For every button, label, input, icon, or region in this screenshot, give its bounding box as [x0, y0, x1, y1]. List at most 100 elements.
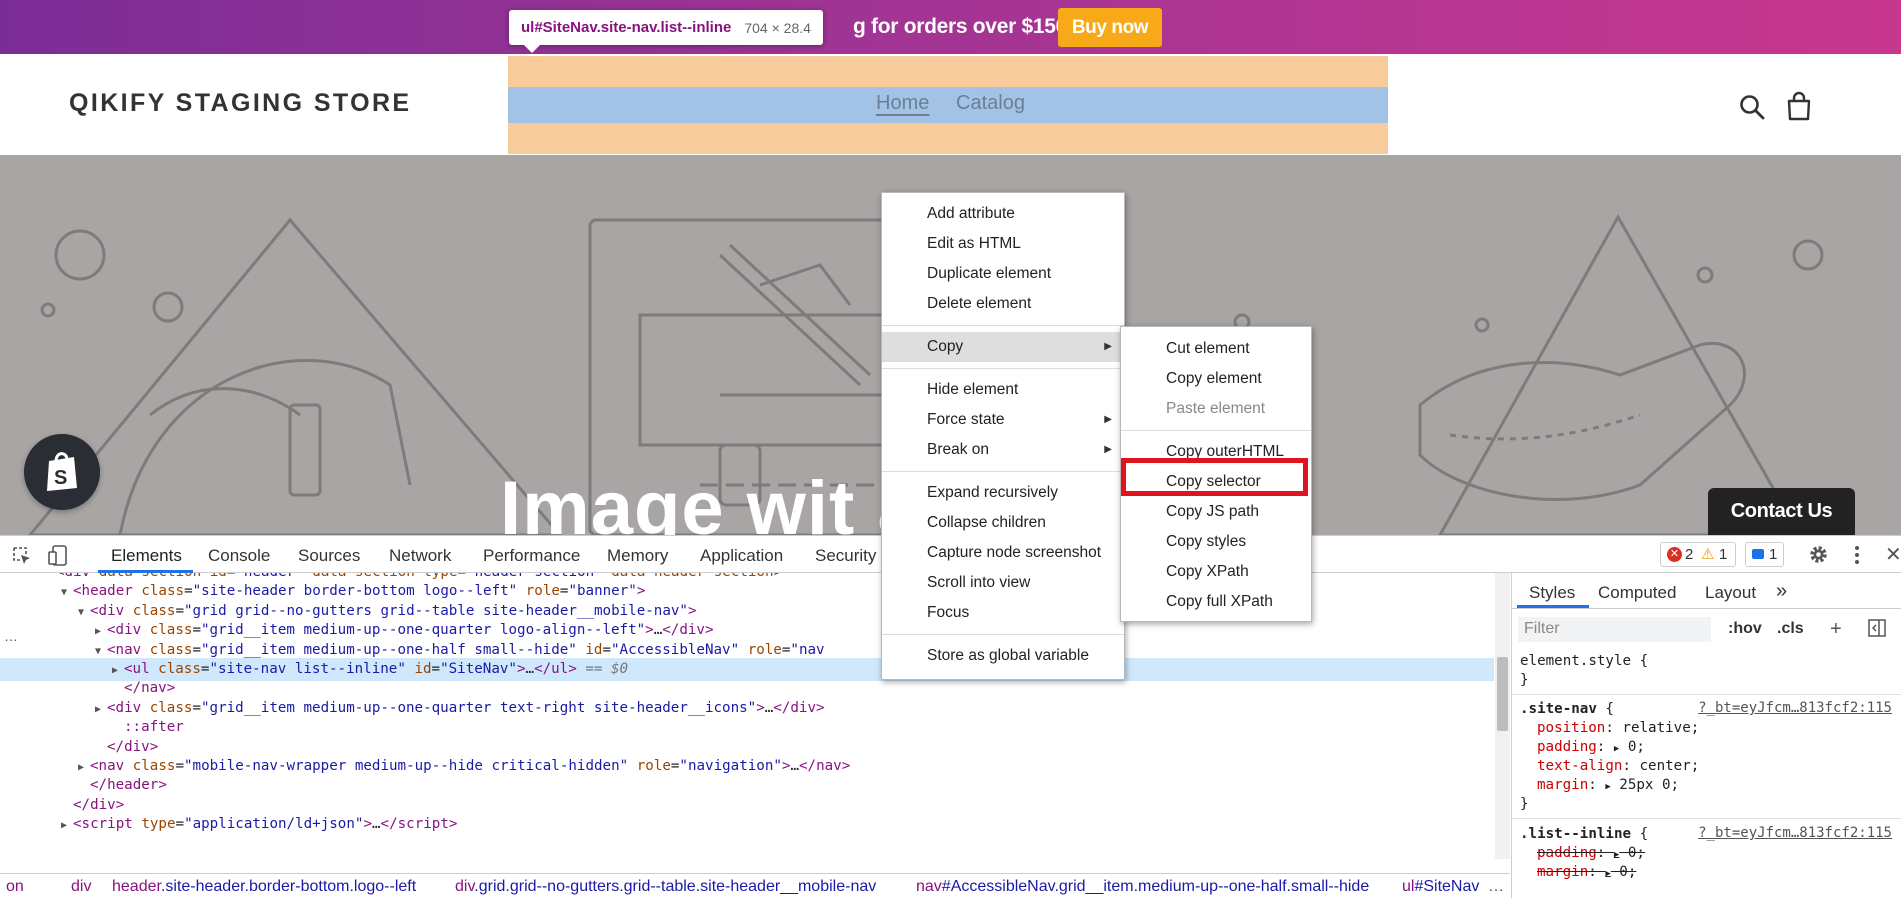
more-tabs-icon[interactable]: » — [1776, 580, 1787, 603]
css-declaration[interactable]: position: relative; — [1537, 719, 1699, 738]
cls-toggle[interactable]: .cls — [1777, 620, 1804, 638]
breadcrumb-item[interactable]: header.site-header.border-bottom.logo--l… — [112, 878, 416, 896]
more-options-icon[interactable] — [1853, 544, 1861, 566]
tab-network[interactable]: Network — [389, 546, 451, 566]
menu-item-copy-element[interactable]: Copy element — [1121, 364, 1311, 394]
css-declaration[interactable]: padding: ▶ 0; — [1537, 738, 1645, 757]
rule-close: } — [1520, 796, 1529, 812]
announcement-bar: g for orders over $150 Buy now — [0, 0, 1901, 54]
tab-sources[interactable]: Sources — [298, 546, 360, 566]
site-nav-rule[interactable]: .site-nav { — [1520, 700, 1614, 719]
css-source-link[interactable]: ?_bt=eyJfcm…813fcf2:115 — [1698, 825, 1892, 841]
buy-now-button[interactable]: Buy now — [1058, 8, 1162, 47]
nav-link-home[interactable]: Home — [876, 92, 929, 115]
breadcrumb-more-icon[interactable]: … — [1488, 878, 1504, 896]
inspect-element-icon[interactable] — [12, 546, 32, 566]
issues-counter[interactable]: ✕ 2 ⚠ 1 — [1660, 542, 1736, 567]
menu-item-copy-xpath[interactable]: Copy XPath — [1121, 557, 1311, 587]
close-icon[interactable]: ✕ — [1885, 542, 1901, 567]
menu-item-scroll-into-view[interactable]: Scroll into view — [882, 568, 1124, 598]
menu-item-cut-element[interactable]: Cut element — [1121, 334, 1311, 364]
css-declaration[interactable]: text-align: center; — [1537, 757, 1699, 776]
breadcrumb-item[interactable]: ul#SiteNav — [1402, 878, 1479, 896]
css-source-link[interactable]: ?_bt=eyJfcm…813fcf2:115 — [1698, 700, 1892, 716]
menu-item-paste-element: Paste element — [1166, 400, 1266, 417]
tab-styles[interactable]: Styles — [1529, 583, 1575, 603]
css-declaration-overridden[interactable]: margin: ▶ 0; — [1537, 863, 1636, 882]
inspect-tooltip: ul#SiteNav.site-nav.list--inline 704 × 2… — [509, 10, 823, 53]
menu-item-break-on[interactable]: Break on ▶ — [882, 435, 1124, 465]
css-declaration[interactable]: margin: ▶ 25px 0; — [1537, 776, 1679, 795]
node-actions-icon[interactable]: … — [4, 628, 18, 644]
submenu-arrow-icon: ▶ — [1104, 444, 1112, 455]
css-declaration-overridden[interactable]: padding: ▶ 0; — [1537, 844, 1645, 863]
tab-console[interactable]: Console — [208, 546, 270, 566]
menu-separator — [882, 634, 1124, 635]
tab-application[interactable]: Application — [700, 546, 783, 566]
menu-item-copy-full-xpath[interactable]: Copy full XPath — [1121, 587, 1311, 617]
tab-layout[interactable]: Layout — [1705, 583, 1756, 603]
breadcrumb-item[interactable]: nav#AccessibleNav.grid__item.medium-up--… — [916, 878, 1369, 896]
rule-divider — [1512, 818, 1901, 819]
device-toolbar-icon[interactable] — [48, 545, 68, 566]
dom-scrollbar[interactable] — [1495, 573, 1510, 859]
menu-item-copy-js-path[interactable]: Copy JS path — [1121, 497, 1311, 527]
context-menu: Add attribute Edit as HTML Duplicate eleme… — [881, 192, 1125, 680]
shopify-bag-icon: S — [47, 452, 77, 491]
breadcrumb-item[interactable]: div — [71, 878, 91, 896]
menu-item-duplicate-element[interactable]: Duplicate element — [882, 259, 1124, 289]
gear-icon[interactable] — [1808, 544, 1829, 565]
error-count: 2 — [1685, 546, 1694, 563]
tab-security[interactable]: Security — [815, 546, 876, 566]
message-count: 1 — [1769, 546, 1778, 563]
message-icon — [1752, 549, 1764, 559]
menu-item-capture-node-screenshot[interactable]: Capture node screenshot — [882, 538, 1124, 568]
menu-item-copy-styles[interactable]: Copy styles — [1121, 527, 1311, 557]
menu-item-edit-as-html[interactable]: Edit as HTML — [882, 229, 1124, 259]
dom-node[interactable]: ▶ <script type="application/ld+json">…</s… — [0, 813, 1494, 836]
breadcrumb-item[interactable]: on — [6, 878, 24, 896]
menu-item-focus[interactable]: Focus — [882, 598, 1124, 628]
nav-link-catalog[interactable]: Catalog — [956, 92, 1025, 115]
warning-count: 1 — [1719, 546, 1728, 563]
expand-toggle-icon[interactable]: ▶ — [61, 814, 73, 837]
styles-tabbar: Styles Computed Layout » — [1512, 573, 1901, 609]
shopify-badge[interactable]: S — [24, 434, 100, 510]
dom-scrollbar-thumb[interactable] — [1497, 657, 1508, 731]
submenu-arrow-icon: ▶ — [1104, 414, 1112, 425]
search-icon[interactable] — [1739, 94, 1765, 120]
svg-text:S: S — [54, 467, 67, 489]
hov-toggle[interactable]: :hov — [1728, 620, 1762, 638]
warning-icon: ⚠ — [1701, 546, 1715, 563]
menu-item-delete-element[interactable]: Delete element — [882, 289, 1124, 319]
menu-separator — [882, 368, 1124, 369]
menu-item-expand-recursively[interactable]: Expand recursively — [882, 478, 1124, 508]
new-style-rule-icon[interactable]: + — [1830, 618, 1842, 641]
tab-computed[interactable]: Computed — [1598, 583, 1676, 603]
inspect-content-overlay — [508, 87, 1388, 123]
styles-filter-input[interactable]: Filter — [1518, 617, 1711, 642]
messages-counter[interactable]: 1 — [1745, 542, 1784, 567]
error-icon: ✕ — [1667, 547, 1682, 562]
sidebar-toggle-icon[interactable] — [1868, 619, 1886, 637]
menu-separator — [882, 325, 1124, 326]
menu-item-collapse-children[interactable]: Collapse children — [882, 508, 1124, 538]
menu-item-force-state[interactable]: Force state ▶ — [882, 405, 1124, 435]
menu-item-hide-element[interactable]: Hide element — [882, 375, 1124, 405]
tab-elements[interactable]: Elements — [111, 546, 182, 566]
tab-performance[interactable]: Performance — [483, 546, 580, 566]
menu-item-copy[interactable]: Copy ▶ — [882, 332, 1124, 362]
element-style-rule[interactable]: element.style { — [1520, 652, 1648, 671]
menu-item-store-as-global-variable[interactable]: Store as global variable — [882, 641, 1124, 671]
cart-icon[interactable] — [1786, 91, 1812, 121]
store-title[interactable]: QIKIFY STAGING STORE — [69, 89, 411, 118]
breadcrumb-item[interactable]: div.grid.grid--no-gutters.grid--table.si… — [455, 878, 876, 896]
list-inline-rule[interactable]: .list--inline { — [1520, 825, 1648, 844]
menu-separator — [1121, 430, 1311, 431]
tooltip-arrow — [524, 45, 540, 53]
menu-item-add-attribute[interactable]: Add attribute — [882, 199, 1124, 229]
contact-us-button[interactable]: Contact Us — [1708, 488, 1855, 535]
announcement-text: g for orders over $150 — [853, 15, 1067, 38]
tab-memory[interactable]: Memory — [607, 546, 668, 566]
rule-close: } — [1520, 672, 1529, 688]
